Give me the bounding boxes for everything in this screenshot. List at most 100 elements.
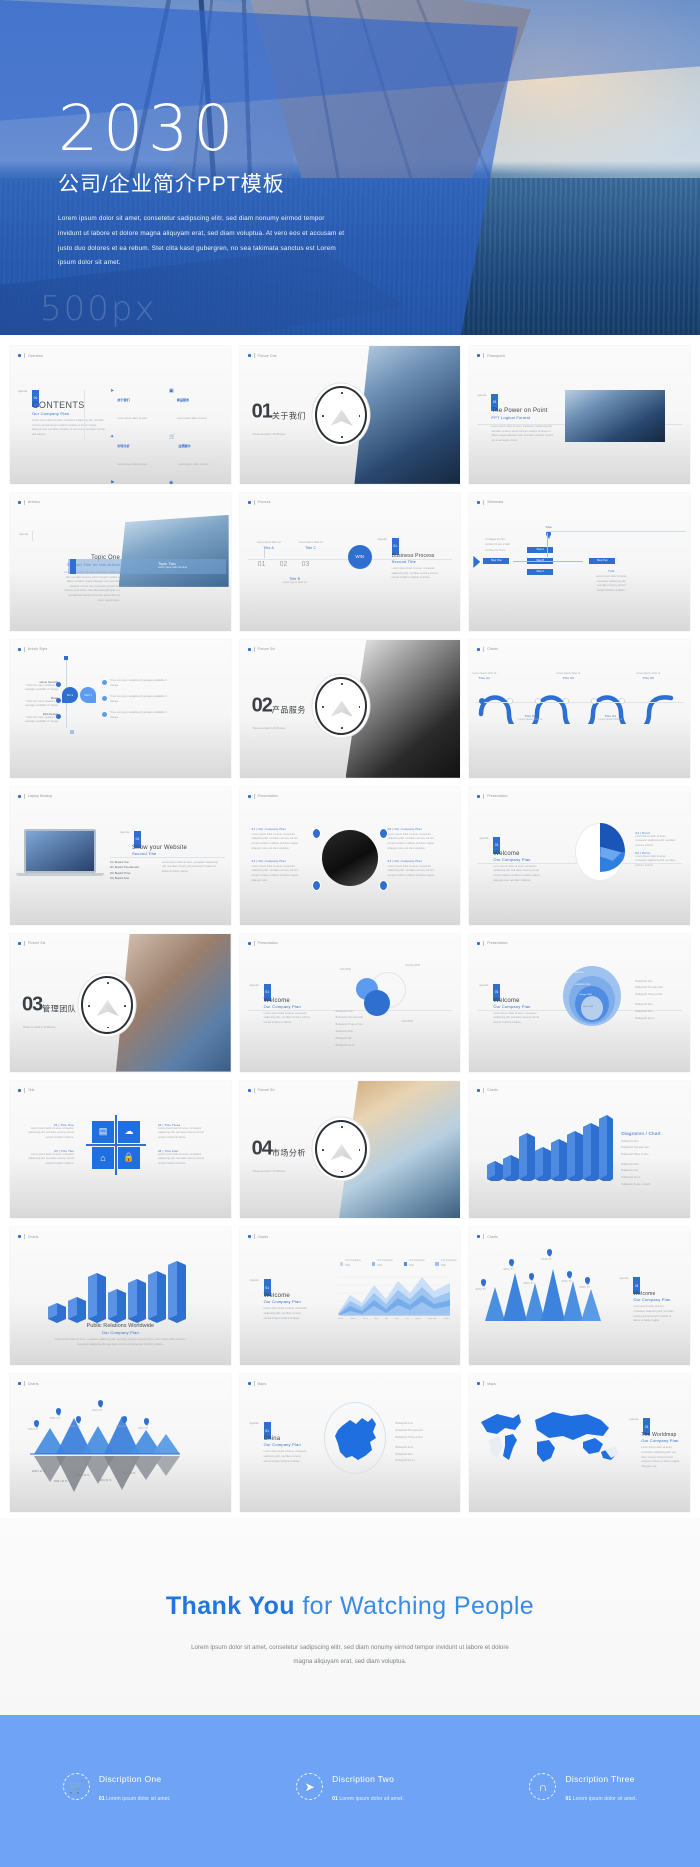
venn-bullet: Bulletpoint So on [335,1043,355,1047]
footer-item-text: Lorem ipsum dolor sit amet. [106,1795,171,1802]
badge-text: 01 [135,837,140,842]
cart-icon: 🛒 [169,434,176,440]
schema-side-notes: At Magna for Five At diam for text or Ed… [485,537,525,554]
slide-thumb-mountain-chart[interactable]: Charts 2030 | 57 2031 | 57 2032 | 57 203… [10,1374,231,1513]
rings-bullet: Bulletpoint Five [635,1009,653,1013]
contents-item[interactable]: ◉ 图片分享Lorem ipsum dolor sit amet [169,480,220,484]
slide-thumb-section-03[interactable]: Picture Six 03 管理团队 Please be back in 15… [10,933,231,1072]
tag-divider [253,1381,255,1387]
tag-dot-icon [247,647,251,651]
contents-item[interactable]: ▣ 商品服务 Lorem ipsum dolor sit amet [169,388,220,424]
contents-item-sub: Lorem ipsum dolor sit amet [117,463,148,466]
footer-item[interactable]: ∩ Discription Three 01 Lorem ipsum dolor… [529,1769,637,1805]
slide-tag-label: Charts [487,647,498,652]
footer-item-title: Discription Three [565,1773,635,1784]
rings-body: Lorem ipsum dolor sit amet, consetetur s… [493,1011,540,1024]
laptop-screen [24,828,96,873]
slide-tag: Charts [477,646,498,652]
slide-thumb-spike-chart[interactable]: Charts 2030 | 57 2031 | 57 2032 | 57 203… [469,1227,690,1366]
venn-bullet: Bulletpoint Three or Four [335,1023,364,1027]
contents-body: Lorem ipsum dolor sit amet, consetetur s… [32,419,105,436]
china-map [334,1418,376,1461]
slide-thumb-venn[interactable]: Presentation Agenda 01 Welcome Our Compa… [239,933,461,1072]
footer-item[interactable]: ➤ Discription Two 01 Lorem ipsum dolor s… [296,1769,404,1805]
slide-thumb-section-02[interactable]: Picture Six 02 产品服务 Please be back in 15… [239,639,461,778]
ppt-template-preview-page: 2030 公司/企业简介PPT模板 Lorem ipsum dolor sit … [0,0,700,1867]
china-subtitle: Our Company Plan [263,1442,301,1448]
slide-thumb-pie-chart[interactable]: Presentation Agenda 01 Welcome Our Compa… [469,786,690,925]
footer-item[interactable]: 🛒 Discription One 01 Lorem ipsum dolor s… [62,1769,171,1805]
slide-thumb-laptop-mockup[interactable]: Laptop Mockup Agenda 01 Show your Websit… [10,786,231,925]
contents-item[interactable]: ➤ 关于我们 Lorem ipsum dolor sit amet [110,388,161,424]
world-body: Lorem ipsum dolor sit amet, consetetur s… [641,1446,680,1468]
contents-item[interactable]: ⚑ 管理团队Lorem ipsum dolor sit amet [110,480,161,484]
thank-you-title: Thank You for Watching People [0,1592,700,1621]
slide-tag-label: Maps [487,1381,496,1386]
home-icon: ⌂ [92,1146,114,1169]
clock-graphic [315,1120,368,1179]
clock-graphic [315,385,368,444]
slide-thumb-area-chart[interactable]: Charts Agenda 01 Welcome Our Company Pla… [239,1227,461,1366]
pie-subtitle: Our Company Plan [493,856,531,862]
tag-dot-icon [18,1382,21,1386]
map-pin-icon [98,1400,103,1408]
tag-divider [483,1381,485,1387]
slide-thumb-articles[interactable]: Articles Agenda Topic One Second Title f… [10,492,231,631]
tag-divider [483,1087,485,1093]
schema-box: Step A [527,546,554,553]
slide-thumb-article-style[interactable]: Article Style Home Security There are ma… [10,639,231,778]
slide-thumb-circle-presentation[interactable]: Presentation 01 | Our Company Plan Lorem… [239,786,461,925]
map-pin-icon [547,1249,553,1257]
slide-tag: Presentation [477,940,507,946]
venn-annotation: USA 2030 [339,967,351,971]
mountain-label: 2030 | 57 [28,1428,39,1432]
slide-thumb-map-china[interactable]: Maps Agenda 01 China Our Company Plan Lo… [239,1374,461,1513]
tag-dot-icon [18,647,21,651]
contents-item[interactable]: ✦ 市场分析 Lorem ipsum dolor sit amet [110,434,161,470]
slide-thumb-section-04[interactable]: Picture Six 04 市场分析 Please be back in 15… [239,1080,461,1219]
tag-divider [483,1234,485,1240]
slide-thumb-contents[interactable]: Overview Agenda 01 CONTENTS Our Company … [10,346,231,484]
slide-thumb-map-world[interactable]: Maps Agenda 01 The Worldmap Our Company … [469,1374,690,1513]
slide-thumb-public-relations-chart[interactable]: Charts Public Relations Worldwide Our Co… [10,1227,231,1366]
spike-subtitle: Our Company Plan [633,1297,671,1303]
badge-text: 01 [265,1285,269,1290]
gift-icon: ▣ [169,388,174,394]
contents-item-sub: Lorem ipsum dolor sit amet [117,417,148,420]
wave-label-top: Title 01 [478,676,490,681]
slide-thumb-process[interactable]: Process Lorem ipsum dolor sit Title A 01… [239,492,461,631]
mountain-reflection-label: 2031 | 41 % [54,1480,68,1484]
contents-item-sub: Lorem ipsum dolor sit amet [176,417,207,420]
slide-thumb-schemata[interactable]: Schemata Title At Magna for Five At diam… [469,492,690,631]
contents-item[interactable]: 🛒 业绩展示 Lorem ipsum dolor sit amet [169,434,220,470]
cart-icon: 🛒 [62,1773,90,1801]
bar-chart-3d [487,1114,614,1181]
wave-sub: Lorem ipsum dolor sit [598,717,623,721]
slide-thumb-rings[interactable]: Presentation Agenda 01 Welcome Our Compa… [469,933,690,1072]
venn-bullet: Bulletpoint Two was well [335,1016,363,1020]
mountain-reflection-label: 2034 | 41 % [122,1472,136,1476]
pie-slice-1 [600,822,626,852]
tag-divider [483,353,485,358]
slide-thumb-quad-text[interactable]: Text ▤ ☁ ⌂ 🔒 01 | Title One Lorem ipsum … [10,1080,231,1219]
process-step-sub: Lorem ipsum dolor sit [298,540,323,544]
slide-tag-label: Charts [487,1234,498,1239]
china-bullet: Bulletpoint Five [395,1452,413,1456]
circle-item-body: Lorem ipsum dolor sit amet, consetetur s… [251,832,298,850]
hero-cover-slide: 2030 公司/企业简介PPT模板 Lorem ipsum dolor sit … [0,0,700,335]
slide-thumb-wave-chart[interactable]: Charts Lorem ipsum dolor sit Title 01 Lo… [469,639,690,778]
slide-thumb-section-01[interactable]: Picture One 01 关于我们 Please be back in 15… [239,346,461,484]
dos-right-note: There are many variations of passages av… [110,710,167,720]
slide-thumb-powerpoint[interactable]: Powerpoint Agenda 01 The Power on Point … [469,346,690,484]
win-circle: WIN [347,544,372,569]
slide-tag: Picture Six [247,1087,275,1093]
map-pin-icon [34,1420,39,1428]
china-bullet: Bulletpoint One [395,1422,413,1426]
wave-label-top: Title 05 [642,676,654,681]
pp-subtitle: PPT Logical Format [491,415,531,420]
pp-body: Lorem ipsum dolor sit amet, consetetur s… [491,425,554,442]
slide-tag: Charts [247,1234,269,1240]
tag-dot-icon [477,1088,481,1092]
legend-label: Our Company Plan [345,1259,361,1268]
slide-thumb-bar-chart[interactable]: Charts Diagramm / Chart Bulletpoint One … [469,1080,690,1219]
